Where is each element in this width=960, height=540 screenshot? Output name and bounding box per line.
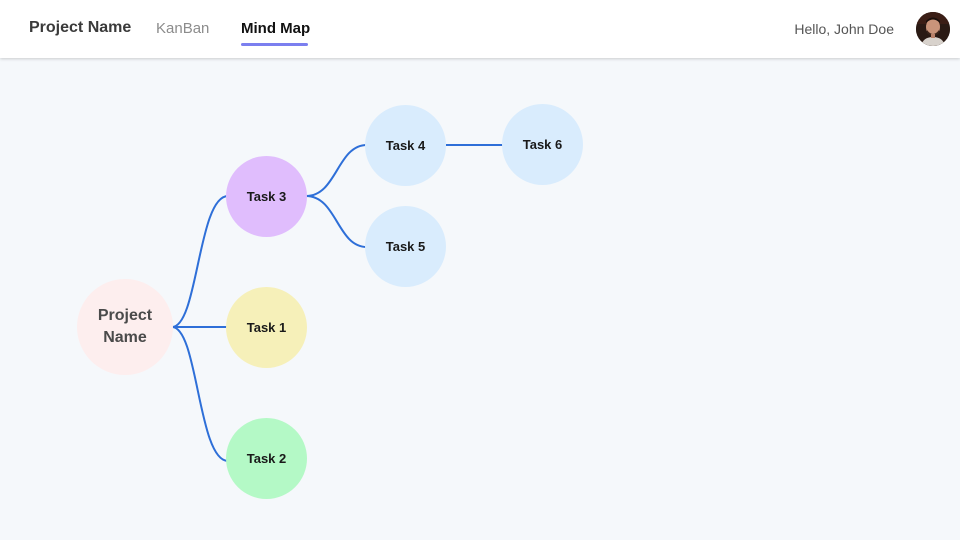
- root-node-label-line1: Project: [97, 307, 153, 324]
- mind-map-root-node[interactable]: Project Name: [77, 279, 173, 375]
- tab-mind-map[interactable]: Mind Map: [241, 20, 310, 37]
- user-greeting: Hello, John Doe: [794, 21, 894, 37]
- active-tab-indicator: [241, 43, 308, 46]
- node-label: Task 1: [246, 320, 287, 335]
- node-label: Task 6: [522, 137, 563, 152]
- top-navigation-bar: Project Name KanBan Mind Map Hello, John…: [0, 0, 960, 58]
- node-label: Task 2: [246, 451, 287, 466]
- mind-map-node-task-3[interactable]: Task 3: [226, 156, 307, 237]
- connector-task3-task5: [305, 195, 368, 248]
- connector-root-task3: [171, 195, 229, 328]
- avatar[interactable]: [916, 12, 950, 46]
- mind-map-node-task-6[interactable]: Task 6: [502, 104, 583, 185]
- project-title: Project Name: [29, 19, 132, 36]
- mind-map-node-task-4[interactable]: Task 4: [365, 105, 446, 186]
- node-label: Task 5: [385, 239, 426, 254]
- connector-root-task2: [171, 326, 229, 462]
- user-avatar-icon: [916, 12, 950, 46]
- mind-map-node-task-1[interactable]: Task 1: [226, 287, 307, 368]
- connector-task3-task4: [305, 144, 368, 197]
- mind-map-connectors: [171, 144, 503, 462]
- mind-map-canvas: Project Name Task 3 Task 1 Task 2 Task 4…: [0, 58, 960, 540]
- root-node-label-line2: Name: [103, 329, 147, 346]
- mind-map-node-task-2[interactable]: Task 2: [226, 418, 307, 499]
- node-label: Task 4: [385, 138, 426, 153]
- mind-map-node-task-5[interactable]: Task 5: [365, 206, 446, 287]
- node-label: Task 3: [246, 189, 287, 204]
- tab-kanban[interactable]: KanBan: [156, 20, 209, 37]
